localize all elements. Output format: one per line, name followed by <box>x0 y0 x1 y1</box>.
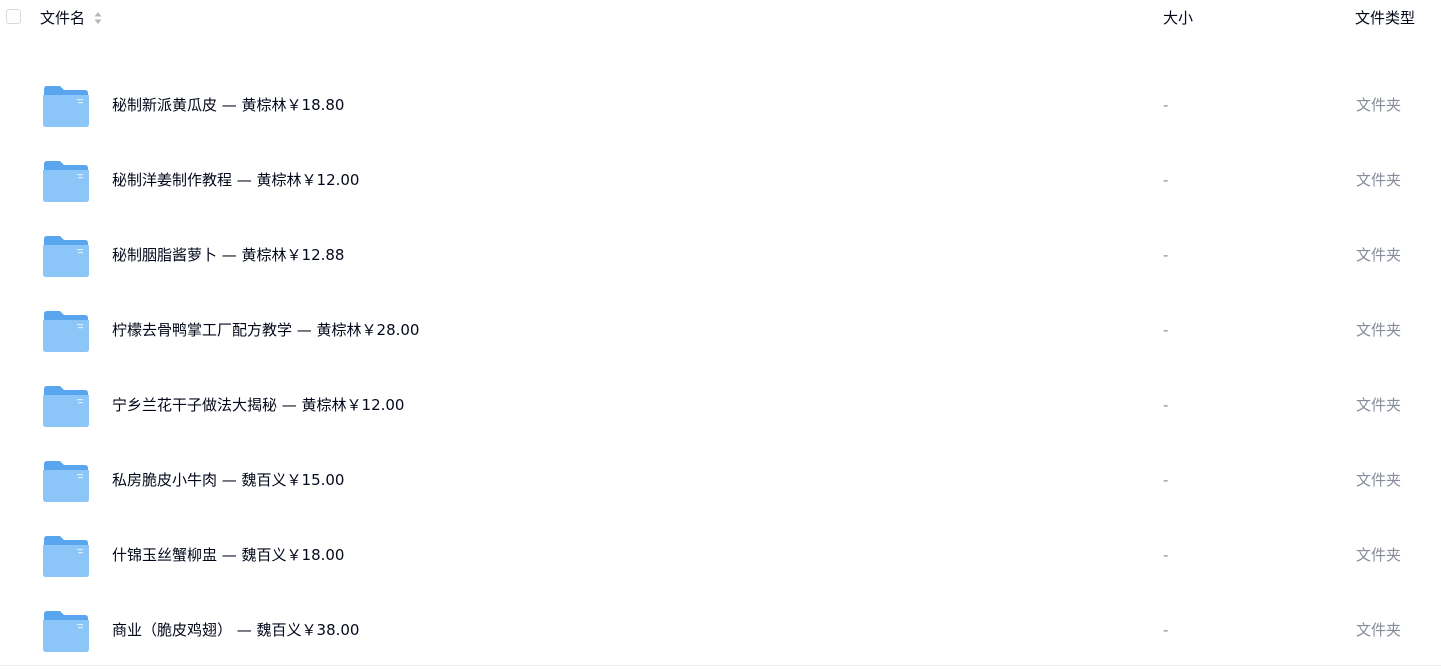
file-row[interactable]: 秘制胭脂酱萝卜 — 黄棕林￥12.88 - 文件夹 <box>0 217 1441 292</box>
column-header-size[interactable]: 大小 <box>1163 8 1193 28</box>
folder-icon <box>43 86 89 127</box>
file-size: - <box>1163 171 1169 189</box>
file-type: 文件夹 <box>1356 396 1402 414</box>
file-size: - <box>1163 621 1169 639</box>
folder-icon <box>43 461 89 502</box>
sort-icon[interactable] <box>94 11 102 25</box>
select-all-checkbox[interactable] <box>6 9 21 24</box>
folder-icon <box>43 236 89 277</box>
folder-icon <box>43 311 89 352</box>
file-type: 文件夹 <box>1356 321 1402 339</box>
file-name[interactable]: 秘制新派黄瓜皮 — 黄棕林￥18.80 <box>112 95 344 115</box>
file-row[interactable]: 私房脆皮小牛肉 — 魏百义￥15.00 - 文件夹 <box>0 442 1441 517</box>
file-name[interactable]: 秘制洋姜制作教程 — 黄棕林￥12.00 <box>112 170 359 190</box>
file-type: 文件夹 <box>1356 171 1402 189</box>
folder-icon <box>43 536 89 577</box>
file-row[interactable]: 秘制洋姜制作教程 — 黄棕林￥12.00 - 文件夹 <box>0 142 1441 217</box>
file-name[interactable]: 商业（脆皮鸡翅） — 魏百义￥38.00 <box>112 620 359 640</box>
file-name[interactable]: 宁乡兰花干子做法大揭秘 — 黄棕林￥12.00 <box>112 395 404 415</box>
folder-icon <box>43 386 89 427</box>
file-row[interactable]: 什锦玉丝蟹柳盅 — 魏百义￥18.00 - 文件夹 <box>0 517 1441 592</box>
file-name[interactable]: 私房脆皮小牛肉 — 魏百义￥15.00 <box>112 470 344 490</box>
file-row[interactable]: 柠檬去骨鸭掌工厂配方教学 — 黄棕林￥28.00 - 文件夹 <box>0 292 1441 367</box>
file-row[interactable]: 宁乡兰花干子做法大揭秘 — 黄棕林￥12.00 - 文件夹 <box>0 367 1441 442</box>
file-size: - <box>1163 471 1169 489</box>
column-header-type[interactable]: 文件类型 <box>1355 8 1415 28</box>
file-name[interactable]: 秘制胭脂酱萝卜 — 黄棕林￥12.88 <box>112 245 344 265</box>
folder-icon <box>43 611 89 652</box>
file-type: 文件夹 <box>1356 471 1402 489</box>
file-name[interactable]: 柠檬去骨鸭掌工厂配方教学 — 黄棕林￥28.00 <box>112 320 419 340</box>
file-type: 文件夹 <box>1356 246 1402 264</box>
list-bottom-divider <box>0 665 1441 666</box>
file-list: 秘制新派黄瓜皮 — 黄棕林￥18.80 - 文件夹 秘制洋姜制作教程 — 黄棕林… <box>0 0 1441 669</box>
file-size: - <box>1163 96 1169 114</box>
file-row[interactable]: 商业（脆皮鸡翅） — 魏百义￥38.00 - 文件夹 <box>0 592 1441 667</box>
file-row[interactable]: 秘制新派黄瓜皮 — 黄棕林￥18.80 - 文件夹 <box>0 67 1441 142</box>
file-size: - <box>1163 246 1169 264</box>
file-size: - <box>1163 396 1169 414</box>
file-type: 文件夹 <box>1356 546 1402 564</box>
file-type: 文件夹 <box>1356 621 1402 639</box>
file-size: - <box>1163 546 1169 564</box>
column-header-filename[interactable]: 文件名 <box>40 8 85 28</box>
folder-icon <box>43 161 89 202</box>
file-name[interactable]: 什锦玉丝蟹柳盅 — 魏百义￥18.00 <box>112 545 344 565</box>
file-size: - <box>1163 321 1169 339</box>
list-header: 文件名 大小 文件类型 <box>0 0 1441 36</box>
file-type: 文件夹 <box>1356 96 1402 114</box>
